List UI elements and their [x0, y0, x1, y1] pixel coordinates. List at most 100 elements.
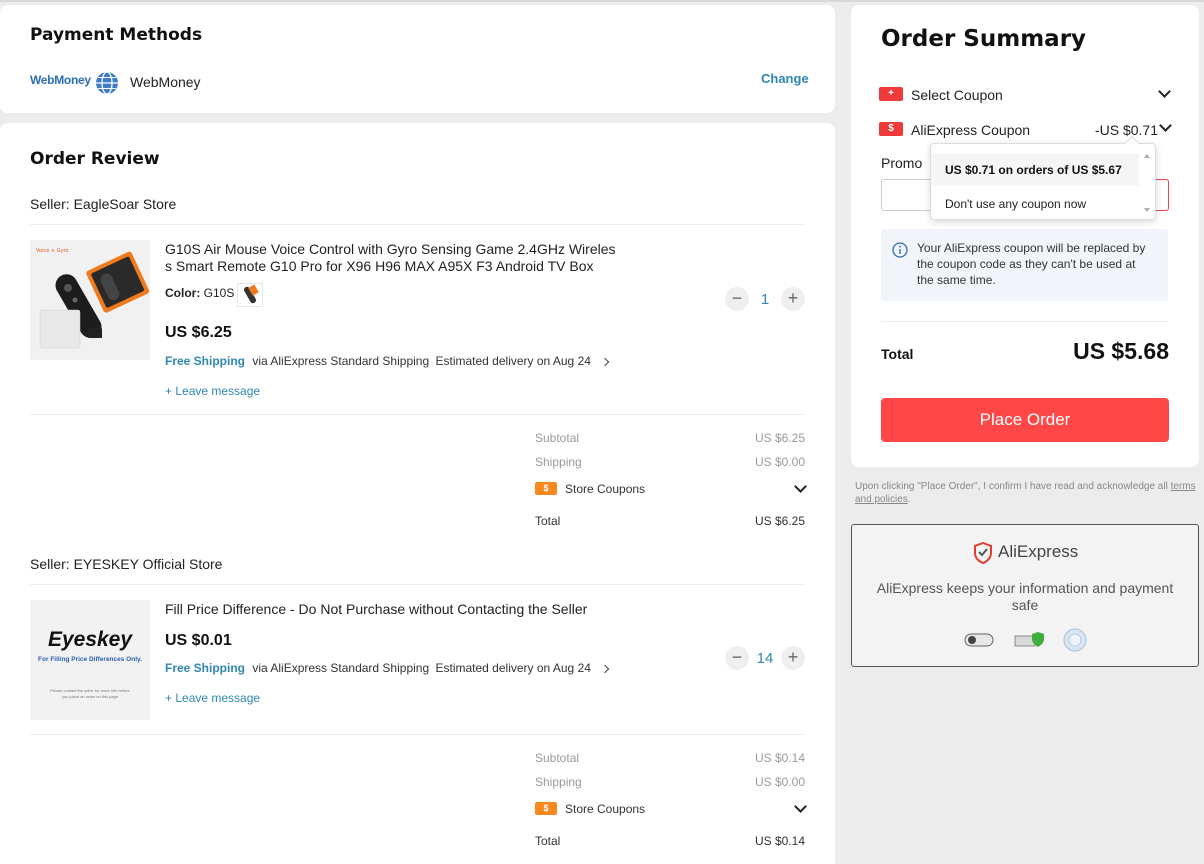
- aliexpress-coupon-label[interactable]: AliExpress Coupon: [911, 122, 1030, 138]
- thumbnail-brand: Eyeskey: [47, 628, 133, 651]
- order-total-label: Total: [881, 346, 914, 362]
- place-order-button[interactable]: Place Order: [881, 398, 1169, 442]
- chevron-down-icon[interactable]: [794, 480, 807, 493]
- seller-name: Seller: EYESKEY Official Store: [30, 556, 223, 572]
- dropdown-scrollbar[interactable]: [1141, 150, 1153, 216]
- quantity-increase-button[interactable]: +: [781, 287, 805, 311]
- shield-icon: [974, 542, 992, 564]
- shipping-info[interactable]: Free Shipping via AliExpress Standard Sh…: [165, 354, 591, 368]
- info-text: Your AliExpress coupon will be replaced …: [917, 240, 1145, 288]
- chevron-down-icon[interactable]: [794, 800, 807, 813]
- info-text-line-3: the same time.: [917, 273, 996, 287]
- order-total-value: US $5.68: [1073, 338, 1169, 364]
- webmoney-logo-text: WebMoney: [30, 73, 91, 87]
- chevron-down-icon[interactable]: [1159, 119, 1172, 132]
- store-coupons-label[interactable]: Store Coupons: [565, 482, 645, 496]
- store-coupon-icon: $: [535, 802, 557, 815]
- quantity-value[interactable]: 14: [750, 650, 780, 667]
- webmoney-logo: WebMoney: [30, 71, 120, 95]
- product-thumbnail[interactable]: Eyeskey For Filling Price Differences On…: [30, 600, 150, 720]
- thumbnail-tagline: For Filling Price Differences Only.: [38, 656, 142, 663]
- shipping-value: US $0.00: [754, 455, 805, 469]
- store-coupons-label[interactable]: Store Coupons: [565, 802, 645, 816]
- product-title[interactable]: G10S Air Mouse Voice Control with Gyro S…: [165, 241, 635, 275]
- coupon-option-none[interactable]: Don't use any coupon now: [931, 188, 1139, 218]
- free-shipping-label: Free Shipping: [165, 354, 246, 368]
- shipping-label: Shipping: [535, 455, 582, 469]
- privacy-badge-icon: [1063, 628, 1087, 652]
- aliexpress-brand: AliExpress: [998, 542, 1079, 561]
- product-title[interactable]: Fill Price Difference - Do Not Purchase …: [165, 601, 587, 617]
- shipping-label: Shipping: [535, 775, 582, 789]
- globe-icon: [96, 71, 118, 95]
- promo-label: Promo: [881, 155, 923, 171]
- coupon-option-selected[interactable]: US $0.71 on orders of US $5.67: [931, 154, 1139, 186]
- top-border: [0, 0, 1204, 2]
- select-coupon-icon: +: [879, 87, 903, 101]
- product-title-line-2: s Smart Remote G10 Pro for X96 H96 MAX A…: [165, 258, 594, 274]
- color-value: G10S: [203, 286, 235, 300]
- coupon-option-label: US $0.71 on orders of US $5.67: [945, 163, 1122, 177]
- thumbnail-note-2: you place an order on this page: [61, 694, 119, 699]
- store-coupon-icon: $: [535, 482, 557, 495]
- free-shipping-label: Free Shipping: [165, 661, 246, 675]
- chevron-right-icon[interactable]: [600, 357, 610, 367]
- security-text-line-2: safe: [1011, 597, 1039, 613]
- info-text-line-2: the coupon code as they can't be used at: [917, 257, 1136, 271]
- info-icon: [892, 242, 908, 258]
- seller-total-value: US $6.25: [754, 514, 805, 528]
- air-mouse-image: Voice + Gyro: [30, 240, 150, 360]
- color-label: Color:: [165, 286, 201, 300]
- terms-suffix: .: [907, 494, 911, 505]
- estimated-delivery: Estimated delivery on Aug 24: [435, 354, 591, 368]
- product-price: US $6.25: [165, 324, 232, 341]
- order-summary-card: Order Summary + Select Coupon $ AliExpre…: [851, 5, 1199, 467]
- order-summary-title: Order Summary: [881, 26, 1087, 52]
- quantity-increase-button[interactable]: +: [781, 646, 805, 670]
- chevron-down-icon[interactable]: [1158, 85, 1171, 98]
- divider: [30, 414, 805, 415]
- order-review-card: Order Review Seller: EagleSoar Store Voi…: [0, 123, 835, 864]
- thumbnail-note-1: Please contact the seller for more info …: [50, 688, 130, 693]
- payment-methods-card: Payment Methods WebMoney WebMoney Change: [0, 5, 835, 113]
- quantity-decrease-button[interactable]: −: [725, 287, 749, 311]
- shipping-info[interactable]: Free Shipping via AliExpress Standard Sh…: [165, 661, 591, 675]
- coupon-info-box: Your AliExpress coupon will be replaced …: [881, 229, 1168, 301]
- chevron-right-icon[interactable]: [600, 664, 610, 674]
- aliexpress-coupon-icon: $: [879, 122, 903, 136]
- payment-methods-title: Payment Methods: [30, 25, 203, 45]
- subtotal-value: US $6.25: [754, 431, 805, 445]
- color-swatch: [237, 283, 263, 307]
- security-text: AliExpress keeps your information and pa…: [852, 580, 1198, 614]
- divider: [30, 734, 805, 735]
- quantity-value[interactable]: 1: [750, 291, 780, 308]
- product-title-line-1: G10S Air Mouse Voice Control with Gyro S…: [165, 241, 616, 257]
- divider: [881, 321, 1168, 322]
- leave-message-link[interactable]: + Leave message: [165, 384, 260, 398]
- scroll-down-arrow-icon[interactable]: [1144, 208, 1150, 212]
- estimated-delivery: Estimated delivery on Aug 24: [435, 661, 591, 675]
- product-price: US $0.01: [165, 632, 232, 649]
- change-payment-link[interactable]: Change: [761, 71, 809, 86]
- color-swatch-image: [244, 284, 259, 304]
- seller-total-label: Total: [535, 834, 561, 848]
- subtotal-label: Subtotal: [535, 751, 580, 765]
- scroll-up-arrow-icon[interactable]: [1144, 154, 1150, 158]
- aliexpress-coupon-value: -US $0.71: [1094, 122, 1158, 138]
- terms-notice: Upon clicking "Place Order", I confirm I…: [855, 480, 1200, 506]
- leave-message-link[interactable]: + Leave message: [165, 691, 260, 705]
- subtotal-value: US $0.14: [754, 751, 805, 765]
- shipping-value: US $0.00: [754, 775, 805, 789]
- seller-total-value: US $0.14: [754, 834, 805, 848]
- seller-name: Seller: EagleSoar Store: [30, 196, 177, 212]
- quantity-decrease-button[interactable]: −: [725, 646, 749, 670]
- product-color: Color: G10S: [165, 286, 234, 300]
- order-review-title: Order Review: [30, 149, 160, 169]
- seller-total-label: Total: [535, 514, 561, 528]
- verified-badge-icon: [1014, 632, 1044, 647]
- subtotal-label: Subtotal: [535, 431, 580, 445]
- shipping-method: via AliExpress Standard Shipping: [252, 661, 430, 675]
- security-card: AliExpress AliExpress keeps your informa…: [851, 524, 1199, 667]
- product-thumbnail[interactable]: Voice + Gyro: [30, 240, 150, 360]
- select-coupon-label[interactable]: Select Coupon: [911, 87, 1003, 103]
